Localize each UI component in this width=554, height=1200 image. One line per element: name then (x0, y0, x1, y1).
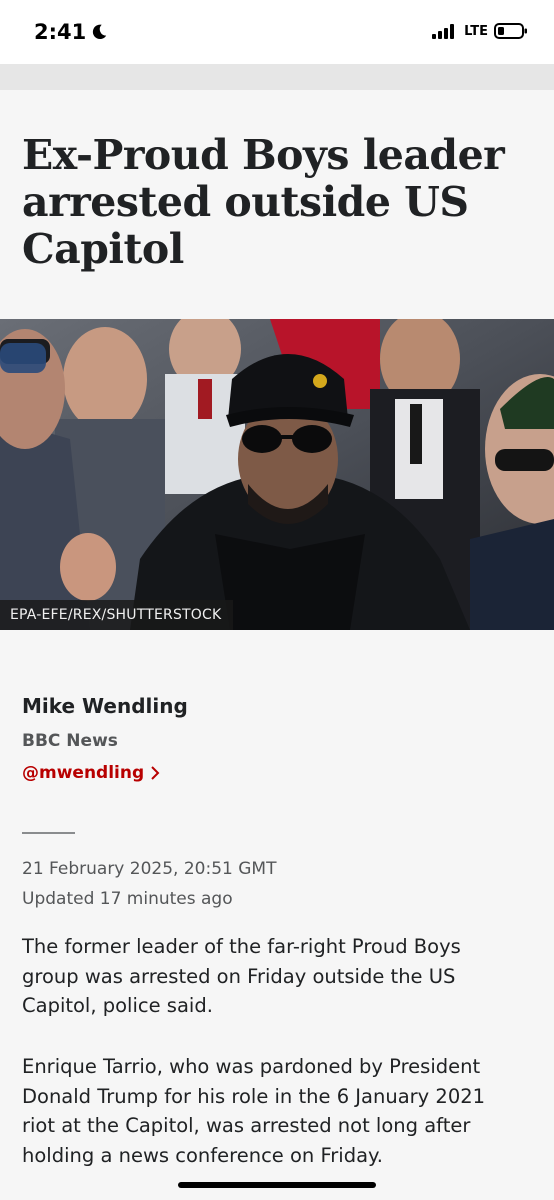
article-headline: Ex-Proud Boys leader arrested outside US… (22, 131, 505, 273)
updated-timestamp: Updated 17 minutes ago (22, 889, 233, 909)
article-paragraph: Enrique Tarrio, who was pardoned by Pres… (22, 1055, 486, 1167)
author-handle-link[interactable]: @mwendling (22, 762, 160, 784)
author-handle-text: @mwendling (22, 763, 145, 783)
app-header-band (0, 64, 554, 90)
author-organisation: BBC News (22, 731, 118, 751)
network-label: LTE (464, 23, 488, 39)
author-name: Mike Wendling (22, 694, 188, 718)
clock-text: 2:41 (34, 20, 87, 44)
divider (22, 832, 75, 834)
signal-icon (432, 24, 455, 39)
status-indicators: LTE (432, 22, 528, 40)
article-hero-image[interactable]: EPA-EFE/REX/SHUTTERSTOCK (0, 319, 554, 630)
published-timestamp: 21 February 2025, 20:51 GMT (22, 859, 277, 879)
byline: Mike Wendling BBC News @mwendling (22, 694, 188, 784)
image-credit: EPA-EFE/REX/SHUTTERSTOCK (0, 600, 234, 630)
status-time: 2:41 (34, 20, 108, 44)
status-bar: 2:41 LTE (0, 0, 554, 64)
chevron-right-icon (151, 766, 160, 780)
battery-icon (494, 23, 527, 39)
article-paragraph: The former leader of the far-right Proud… (22, 935, 461, 1017)
home-indicator[interactable] (178, 1182, 376, 1188)
moon-icon (93, 24, 107, 40)
hero-photo (0, 319, 554, 630)
